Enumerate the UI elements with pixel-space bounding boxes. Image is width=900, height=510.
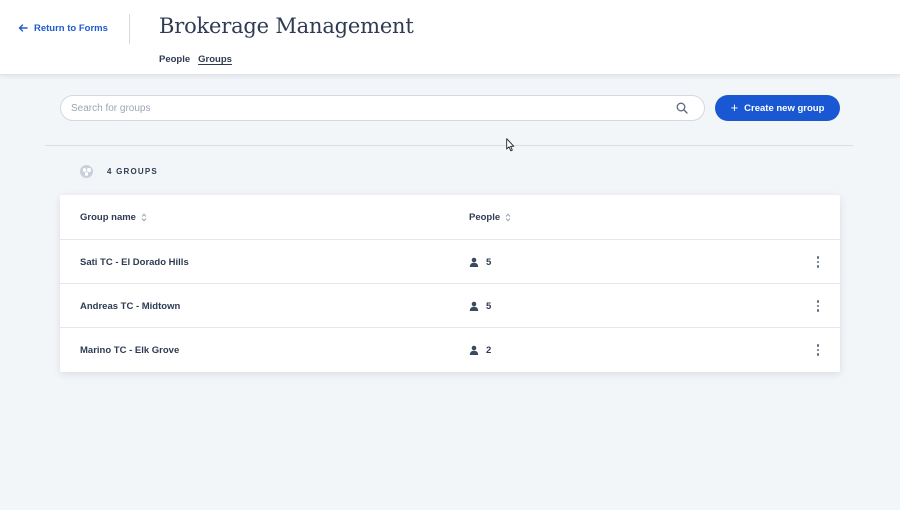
- table-header: Group name People: [60, 195, 840, 240]
- table-row[interactable]: Andreas TC - Midtown 5: [60, 283, 840, 328]
- column-header-group-name[interactable]: Group name: [80, 195, 147, 240]
- people-count: 5: [469, 284, 491, 328]
- people-count: 2: [469, 328, 491, 372]
- top-bar: Return to Forms Brokerage Management Peo…: [0, 0, 900, 75]
- person-icon: [469, 301, 479, 311]
- table-row[interactable]: Sati TC - El Dorado Hills 5: [60, 239, 840, 284]
- row-menu-button[interactable]: [812, 284, 824, 328]
- column-label-people: People: [469, 212, 501, 223]
- header-divider: [129, 14, 130, 44]
- arrow-left-icon: [18, 24, 28, 32]
- column-label-group-name: Group name: [80, 212, 136, 223]
- people-count-value: 5: [486, 256, 492, 268]
- section-divider: [45, 145, 853, 146]
- search-box: [60, 95, 705, 121]
- search-icon[interactable]: [676, 102, 688, 114]
- plus-icon: +: [730, 100, 739, 115]
- return-to-forms-label: Return to Forms: [34, 22, 108, 34]
- kebab-menu-icon: [816, 344, 820, 356]
- row-menu-button[interactable]: [812, 328, 824, 372]
- row-menu-button[interactable]: [812, 240, 824, 284]
- group-name: Marino TC - Elk Grove: [80, 344, 180, 356]
- person-icon: [469, 257, 479, 267]
- column-header-people[interactable]: People: [469, 195, 511, 240]
- group-name: Andreas TC - Midtown: [80, 300, 181, 312]
- tab-people[interactable]: People: [159, 54, 190, 65]
- groups-icon: [80, 165, 93, 178]
- group-count-label: 4 GROUPS: [107, 167, 158, 176]
- sort-icon[interactable]: [505, 213, 511, 222]
- create-new-group-label: Create new group: [744, 102, 825, 114]
- mouse-cursor-icon: [506, 138, 515, 152]
- people-count-value: 2: [486, 344, 492, 356]
- people-count-value: 5: [486, 300, 492, 312]
- tab-bar: People Groups: [159, 54, 232, 65]
- create-new-group-button[interactable]: + Create new group: [715, 95, 840, 121]
- kebab-menu-icon: [816, 256, 820, 268]
- table-row[interactable]: Marino TC - Elk Grove 2: [60, 327, 840, 372]
- group-name: Sati TC - El Dorado Hills: [80, 256, 189, 268]
- person-icon: [469, 345, 479, 355]
- search-input[interactable]: [71, 102, 676, 114]
- kebab-menu-icon: [816, 300, 820, 312]
- people-count: 5: [469, 240, 491, 284]
- page-title: Brokerage Management: [159, 14, 414, 38]
- groups-table: Group name People Sati TC - El Dorado Hi…: [60, 195, 840, 372]
- group-count: 4 GROUPS: [80, 165, 158, 178]
- tab-groups[interactable]: Groups: [198, 54, 232, 65]
- return-to-forms-link[interactable]: Return to Forms: [18, 20, 108, 36]
- sort-icon[interactable]: [141, 213, 147, 222]
